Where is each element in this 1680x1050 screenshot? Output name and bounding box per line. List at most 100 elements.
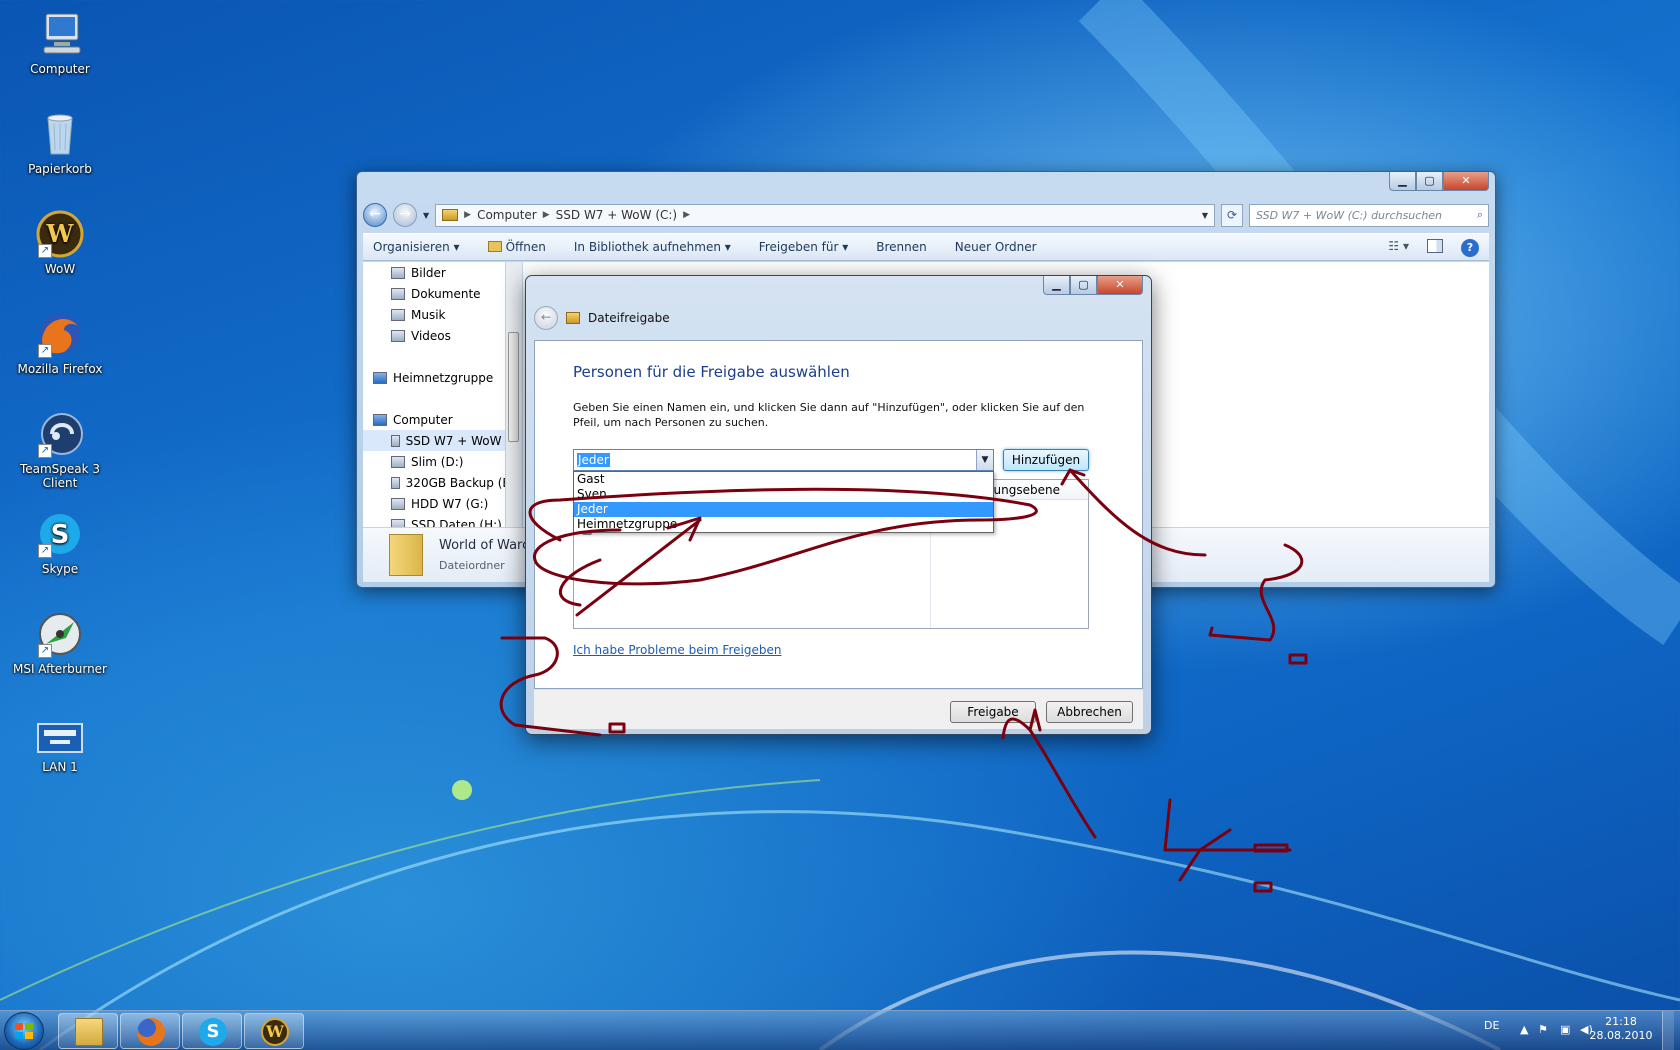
nav-item-icon (391, 434, 400, 447)
recent-pages-dropdown[interactable]: ▼ (423, 211, 429, 220)
nav-item-icon (391, 287, 405, 300)
sharing-help-link[interactable]: Ich habe Probleme beim Freigeben (573, 643, 781, 657)
nav-item[interactable]: Musik (363, 304, 510, 325)
cancel-button[interactable]: Abbrechen (1046, 701, 1133, 723)
desktop-icon-wow[interactable]: W ↗ WoW (8, 210, 112, 276)
nav-item[interactable]: Dokumente (363, 283, 510, 304)
window-caption-buttons: ▁ ▢ ✕ (1389, 172, 1489, 191)
include-in-library-menu[interactable]: In Bibliothek aufnehmen ▾ (574, 240, 731, 254)
desktop-icon-papierkorb[interactable]: Papierkorb (8, 110, 112, 176)
file-sharing-dialog[interactable]: ▁ ▢ ✕ ← Dateifreigabe Personen für die F… (525, 275, 1152, 735)
chevron-down-icon[interactable]: ▼ (976, 450, 993, 470)
help-icon[interactable]: ? (1461, 239, 1479, 257)
forward-button[interactable]: → (393, 203, 417, 227)
folder-icon (389, 534, 423, 576)
close-button[interactable]: ✕ (1443, 172, 1489, 191)
back-button[interactable]: ← (363, 203, 387, 227)
shortcut-arrow-icon: ↗ (38, 444, 52, 458)
dropdown-option[interactable]: Gast (574, 472, 993, 487)
desktop-icon-label: Mozilla Firefox (17, 362, 103, 376)
nav-item[interactable]: SSD Daten (H:) (363, 514, 510, 527)
desktop-icon-label: LAN 1 (42, 760, 78, 774)
nav-item[interactable]: Slim (D:) (363, 451, 510, 472)
person-dropdown-list[interactable]: Gast Sven Jeder Heimnetzgruppe (573, 471, 994, 533)
taskbar-firefox[interactable] (120, 1013, 180, 1049)
maximize-button[interactable]: ▢ (1070, 276, 1097, 295)
scrollbar-thumb[interactable] (508, 332, 519, 442)
show-hidden-icons-icon[interactable]: ▲ (1520, 1023, 1528, 1036)
command-bar: Organisieren ▾ Öffnen In Bibliothek aufn… (363, 233, 1489, 261)
dropdown-option[interactable]: Heimnetzgruppe (574, 517, 993, 532)
nav-item[interactable]: Bilder (363, 262, 510, 283)
nav-item-icon (391, 266, 405, 279)
add-button[interactable]: Hinzufügen (1003, 449, 1089, 471)
taskbar-skype[interactable]: S (182, 1013, 242, 1049)
taskbar-explorer[interactable] (58, 1013, 118, 1049)
organize-menu[interactable]: Organisieren ▾ (373, 240, 460, 254)
desktop-icon-lan[interactable]: LAN 1 (8, 720, 112, 774)
details-type: Dateiordner (439, 559, 505, 572)
clock[interactable]: 21:18 28.08.2010 (1586, 1015, 1656, 1043)
desktop-icon-skype[interactable]: S ↗ Skype (8, 510, 112, 576)
desktop-icon-label: Papierkorb (28, 162, 92, 176)
action-center-flag-icon[interactable]: ⚑ (1538, 1023, 1548, 1036)
share-button[interactable]: Freigabe (950, 701, 1036, 723)
address-dropdown-icon[interactable]: ▼ (1202, 211, 1208, 220)
burn-button[interactable]: Brennen (876, 240, 926, 254)
desktop-icon-label: TeamSpeak 3 Client (19, 462, 101, 490)
minimize-button[interactable]: ▁ (1389, 172, 1416, 191)
maximize-button[interactable]: ▢ (1416, 172, 1443, 191)
dropdown-option[interactable]: Jeder (574, 502, 993, 517)
nav-item-icon (373, 413, 387, 426)
nav-item[interactable]: Computer (363, 409, 510, 430)
shortcut-arrow-icon: ↗ (38, 644, 52, 658)
close-button[interactable]: ✕ (1097, 276, 1143, 295)
skype-icon: S ↗ (36, 510, 84, 558)
nav-item-label: Computer (393, 412, 453, 427)
desktop-icon-firefox[interactable]: ↗ Mozilla Firefox (8, 310, 112, 376)
desktop-icon-teamspeak[interactable]: ↗ TeamSpeak 3 Client (8, 410, 112, 490)
view-options-icon[interactable]: ☷ ▾ (1388, 239, 1409, 257)
breadcrumb-computer[interactable]: Computer (477, 208, 537, 222)
open-button[interactable]: Öffnen (487, 240, 546, 254)
nav-item-label: Dokumente (411, 286, 481, 301)
refresh-button[interactable]: ⟳ (1221, 203, 1243, 227)
nav-item[interactable]: SSD W7 + WoW ( (363, 430, 510, 451)
clock-time: 21:18 (1605, 1015, 1637, 1028)
shortcut-arrow-icon: ↗ (38, 344, 52, 358)
system-tray: DE ▲ ⚑ ▣ ◀) 21:18 28.08.2010 (1474, 1011, 1674, 1050)
combobox-value[interactable]: Jeder (577, 453, 610, 467)
preview-pane-icon[interactable] (1427, 239, 1443, 253)
desktop-icon-afterburner[interactable]: ↗ MSI Afterburner (8, 610, 112, 676)
search-input[interactable]: SSD W7 + WoW (C:) durchsuchen ⌕ (1249, 203, 1489, 227)
nav-item-icon (391, 308, 405, 321)
new-folder-button[interactable]: Neuer Ordner (955, 240, 1037, 254)
taskbar-wow[interactable]: W (244, 1013, 304, 1049)
navigation-scrollbar[interactable] (505, 262, 522, 527)
nav-item[interactable]: Heimnetzgruppe (363, 367, 510, 388)
start-button[interactable] (4, 1012, 44, 1050)
nav-item-icon (391, 455, 405, 468)
nav-item[interactable]: Videos (363, 325, 510, 346)
dialog-caption-buttons: ▁ ▢ ✕ (1043, 276, 1143, 295)
minimize-button[interactable]: ▁ (1043, 276, 1070, 295)
dialog-heading: Personen für die Freigabe auswählen (573, 363, 850, 381)
nav-item-label: Slim (D:) (411, 454, 464, 469)
address-bar[interactable]: ▶ Computer ▶ SSD W7 + WoW (C:) ▶ ▼ (435, 203, 1215, 227)
navigation-pane: Bilder Dokumente Musik Videos Heimnetzgruppe… (363, 262, 511, 527)
show-desktop-button[interactable] (1662, 1011, 1674, 1050)
nav-item-icon (391, 476, 400, 489)
share-with-menu[interactable]: Freigeben für ▾ (759, 240, 848, 254)
breadcrumb-drive[interactable]: SSD W7 + WoW (C:) (556, 208, 677, 222)
desktop-icon-computer[interactable]: Computer (8, 10, 112, 76)
dropdown-option[interactable]: Sven (574, 487, 993, 502)
network-tray-icon[interactable]: ▣ (1560, 1023, 1570, 1036)
nav-item[interactable]: 320GB Backup (E (363, 472, 510, 493)
back-button[interactable]: ← (534, 306, 558, 330)
firefox-icon (137, 1018, 165, 1046)
shortcut-arrow-icon: ↗ (38, 244, 52, 258)
nav-item[interactable]: HDD W7 (G:) (363, 493, 510, 514)
wow-icon: W (261, 1018, 289, 1046)
person-combobox[interactable]: Jeder ▼ (573, 449, 994, 471)
language-indicator[interactable]: DE (1484, 1019, 1499, 1032)
